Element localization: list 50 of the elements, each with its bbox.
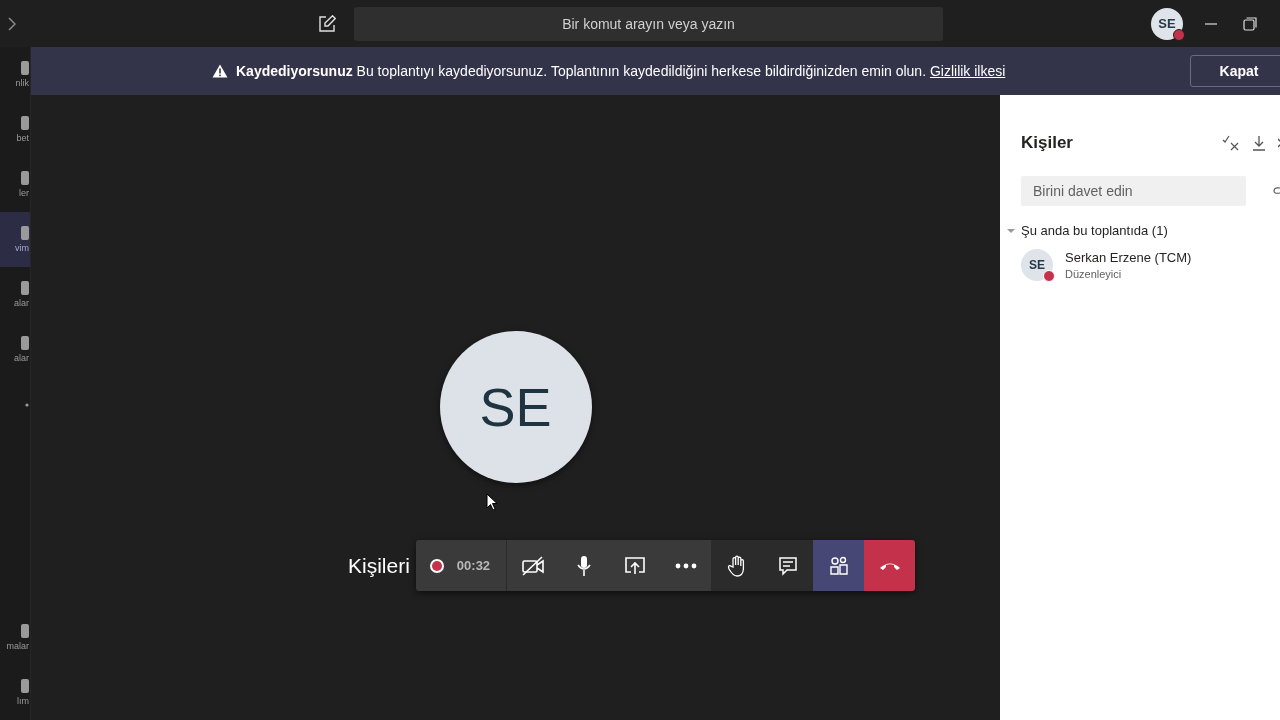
close-banner-button[interactable]: Kapat: [1190, 55, 1280, 87]
sidebar-item[interactable]: alar: [0, 322, 30, 377]
compose-button[interactable]: [318, 14, 336, 33]
call-timer: 00:32: [456, 558, 491, 573]
nav-icon: [21, 116, 29, 130]
dot-icon: [25, 402, 29, 407]
nav-icon: [21, 679, 29, 693]
nav-icon: [21, 281, 29, 295]
sidebar-item[interactable]: lım: [0, 665, 30, 720]
people-button[interactable]: [813, 540, 865, 591]
download-icon: [1252, 135, 1266, 151]
sidebar-item[interactable]: bet: [0, 102, 30, 157]
invite-field[interactable]: Birini davet edin: [1021, 176, 1246, 206]
participant-group-header[interactable]: Şu anda bu toplantıda (1): [1000, 222, 1280, 239]
caret-down-icon: [1007, 226, 1015, 235]
participant-role: Düzenleyici: [1065, 268, 1123, 280]
participant-avatar: SE: [1021, 249, 1053, 281]
profile-avatar[interactable]: SE: [1151, 7, 1183, 40]
nav-icon: [21, 336, 29, 350]
nav-icon: [21, 171, 29, 185]
share-screen-icon: [623, 555, 646, 576]
sidebar-item[interactable]: vim: [0, 212, 30, 267]
sidebar-item[interactable]: nlik: [0, 47, 30, 102]
privacy-link[interactable]: Gizlilik ilkesi: [929, 63, 1006, 79]
more-icon: [674, 562, 697, 569]
nav-icon: [21, 61, 29, 75]
compose-icon: [318, 14, 336, 33]
download-button[interactable]: [1252, 135, 1266, 151]
sidebar-item[interactable]: ler: [0, 157, 30, 212]
camera-off-icon: [520, 555, 545, 576]
mic-icon: [575, 554, 592, 577]
hand-icon: [726, 554, 747, 577]
sidebar-item[interactable]: alar: [0, 267, 30, 322]
mouse-cursor-icon: [486, 493, 498, 511]
restore-icon: [1243, 16, 1257, 31]
nav-icon: [21, 624, 29, 638]
search-field[interactable]: Bir komut arayın veya yazın: [354, 6, 943, 41]
nav-icon: [21, 226, 29, 240]
link-icon: [1273, 186, 1280, 196]
participant-avatar: SE: [439, 331, 592, 483]
sidebar-item[interactable]: malar: [0, 610, 30, 665]
participant-name: Serkan Erzene (TCM): [1065, 250, 1192, 265]
recording-notice: Kaydediyorsunuz Bu toplantıyı kaydediyorsunuz. Toplantının kaydedildiğini herkese bildirdiğinizden emin olun. Gizlilik ilkesi: [236, 63, 1006, 79]
warning-icon: [212, 64, 228, 78]
hangup-button[interactable]: [864, 540, 916, 591]
panel-title: Kişiler: [1021, 133, 1073, 153]
people-icon: [828, 555, 849, 576]
chevron-right-icon: [8, 16, 16, 31]
invite-hint: Kişileri: [348, 553, 410, 578]
chat-icon: [777, 555, 798, 576]
